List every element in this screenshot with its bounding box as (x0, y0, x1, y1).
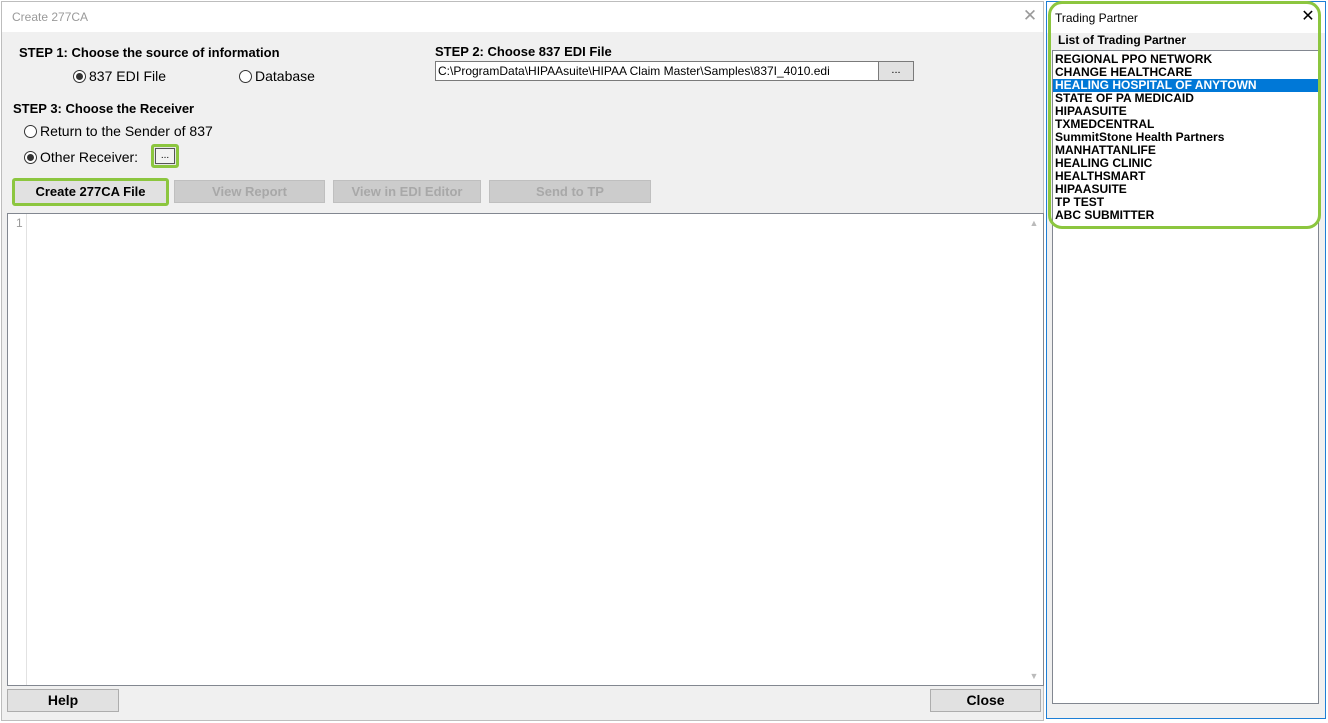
title-bar: Create 277CA ✕ (2, 2, 1043, 32)
radio-indicator[interactable] (73, 69, 86, 83)
edi-file-path-input[interactable]: C:\ProgramData\HIPAAsuite\HIPAA Claim Ma… (435, 61, 879, 81)
vertical-scrollbar[interactable]: ▲ ▼ (1025, 214, 1043, 685)
step2-label: STEP 2: Choose 837 EDI File (435, 44, 612, 59)
step3-label: STEP 3: Choose the Receiver (13, 101, 195, 116)
radio-indicator[interactable] (239, 69, 252, 83)
step1-label: STEP 1: Choose the source of information (19, 45, 280, 60)
line-number-gutter: 1 (8, 214, 27, 685)
radio-return-to-sender[interactable]: Return to the Sender of 837 (24, 122, 213, 139)
view-in-edi-editor-button[interactable]: View in EDI Editor (333, 180, 481, 203)
chevron-up-icon[interactable]: ▲ (1025, 216, 1043, 230)
radio-database[interactable]: Database (239, 67, 315, 84)
browse-file-button[interactable]: ... (878, 61, 914, 81)
radio-label: Return to the Sender of 837 (40, 123, 213, 140)
close-icon[interactable]: ✕ (1299, 7, 1317, 27)
radio-indicator[interactable] (24, 124, 37, 138)
send-to-tp-button[interactable]: Send to TP (489, 180, 651, 203)
choose-receiver-button-label: ... (155, 148, 175, 164)
radio-label: Database (255, 68, 315, 85)
radio-837-edi-file[interactable]: 837 EDI File (73, 67, 166, 84)
tp-group-label: List of Trading Partner (1057, 33, 1188, 47)
help-button[interactable]: Help (7, 689, 119, 712)
trading-partner-panel: Trading Partner ✕ List of Trading Partne… (1046, 1, 1326, 719)
tp-title-bar: Trading Partner ✕ (1047, 2, 1325, 33)
create-277ca-button[interactable]: Create 277CA File (12, 178, 169, 206)
radio-label: Other Receiver: (40, 149, 139, 166)
close-button[interactable]: Close (930, 689, 1041, 712)
choose-receiver-button[interactable]: ... (151, 144, 179, 168)
chevron-down-icon[interactable]: ▼ (1025, 669, 1043, 683)
window-title: Create 277CA (12, 10, 89, 24)
radio-indicator[interactable] (24, 150, 37, 164)
tp-window-title: Trading Partner (1055, 11, 1138, 25)
create-277ca-dialog: Create 277CA ✕ STEP 1: Choose the source… (1, 1, 1044, 721)
edi-editor-area[interactable]: 1 ▲ ▼ (7, 213, 1044, 686)
trading-partner-item[interactable]: ABC SUBMITTER (1053, 209, 1318, 222)
radio-other-receiver[interactable]: Other Receiver: (24, 148, 138, 165)
line-number: 1 (16, 216, 23, 230)
close-icon[interactable]: ✕ (1020, 6, 1040, 26)
trading-partner-list[interactable]: REGIONAL PPO NETWORK CHANGE HEALTHCARE HEA… (1052, 50, 1319, 704)
radio-label: 837 EDI File (89, 68, 167, 85)
view-report-button[interactable]: View Report (174, 180, 325, 203)
